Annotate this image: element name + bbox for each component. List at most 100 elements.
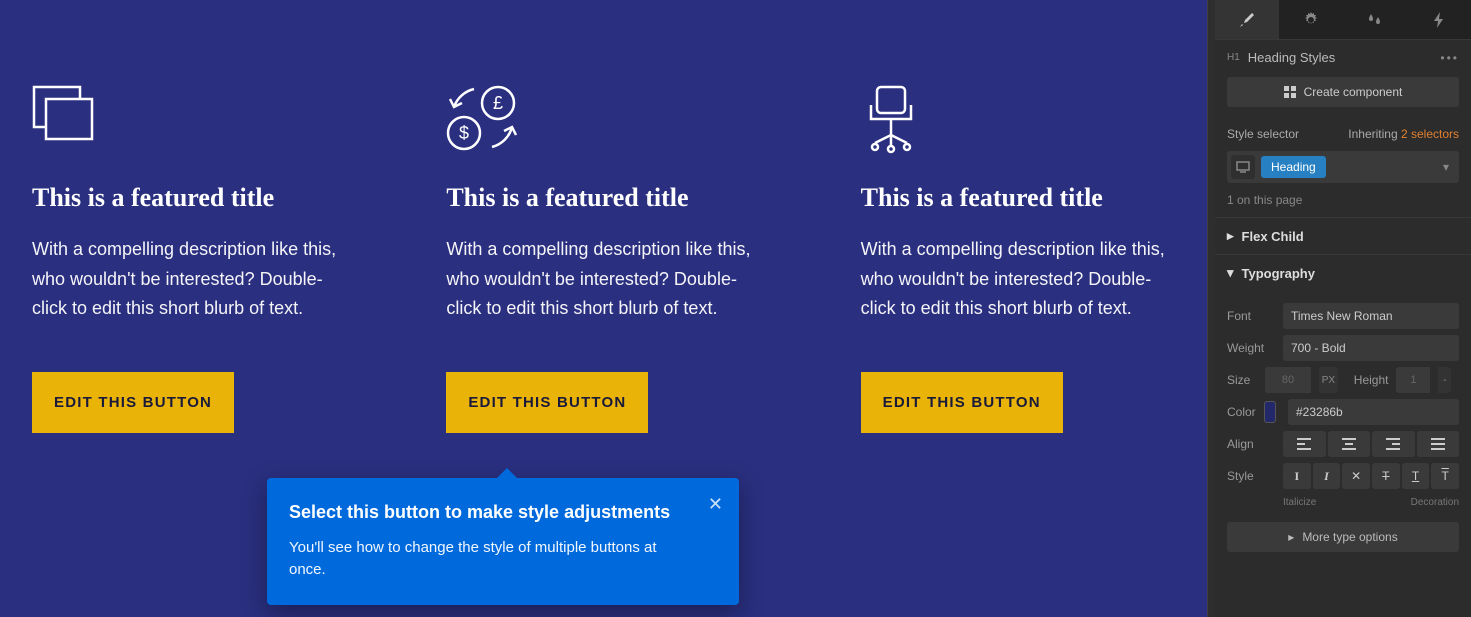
close-icon: ✕	[708, 494, 723, 514]
align-right-icon	[1386, 438, 1400, 450]
style-label: Style	[1227, 469, 1275, 483]
edit-button[interactable]: EDIT THIS BUTTON	[32, 372, 234, 433]
overline-icon: T	[1442, 469, 1449, 483]
chevron-down-icon: ▾	[1227, 265, 1234, 281]
breakpoint-icon[interactable]	[1231, 155, 1255, 179]
stack-icon	[32, 85, 346, 155]
decoration-none-button[interactable]: ✕	[1342, 463, 1370, 489]
align-center-icon	[1342, 438, 1356, 450]
weight-select[interactable]: 700 - Bold	[1283, 335, 1459, 361]
decoration-none-icon: ✕	[1351, 469, 1361, 483]
more-type-options-button[interactable]: ▸ More type options	[1227, 522, 1459, 552]
section-label: Typography	[1242, 266, 1315, 281]
align-right-button[interactable]	[1372, 431, 1415, 457]
style-selector-label: Style selector	[1227, 127, 1299, 141]
size-unit[interactable]: PX	[1319, 367, 1338, 393]
chevron-right-icon: ▸	[1227, 228, 1234, 244]
instance-count: 1 on this page	[1215, 189, 1471, 217]
align-label: Align	[1227, 437, 1275, 451]
feature-card-3: This is a featured title With a compelli…	[861, 85, 1175, 433]
inheriting-prefix: Inheriting	[1348, 127, 1401, 141]
italic-regular-icon: I	[1295, 469, 1300, 484]
scrollbar[interactable]	[1207, 0, 1215, 617]
typography-controls: Font Times New Roman Weight 700 - Bold S…	[1215, 291, 1471, 564]
align-left-icon	[1297, 438, 1311, 450]
more-menu-icon[interactable]: •••	[1440, 51, 1459, 65]
weight-label: Weight	[1227, 341, 1275, 355]
section-typography[interactable]: ▾ Typography	[1215, 254, 1471, 291]
chevron-down-icon[interactable]: ▾	[1443, 160, 1455, 174]
chevron-right-icon: ▸	[1288, 530, 1294, 544]
tooltip-close-button[interactable]: ✕	[708, 494, 723, 515]
underline-icon: T	[1412, 469, 1419, 483]
italicize-label: Italicize	[1283, 497, 1316, 508]
tab-effects[interactable]	[1407, 0, 1471, 39]
element-name: Heading Styles	[1248, 50, 1433, 65]
height-unit[interactable]: -	[1438, 367, 1451, 393]
edit-button[interactable]: EDIT THIS BUTTON	[446, 372, 648, 433]
card-description[interactable]: With a compelling description like this,…	[32, 235, 346, 324]
class-chip-heading[interactable]: Heading	[1261, 156, 1326, 178]
card-description[interactable]: With a compelling description like this,…	[861, 235, 1175, 324]
inheriting-info[interactable]: Inheriting 2 selectors	[1348, 127, 1459, 141]
card-description[interactable]: With a compelling description like this,…	[446, 235, 760, 324]
component-icon	[1284, 86, 1296, 98]
strikethrough-icon: T	[1382, 469, 1389, 483]
align-justify-icon	[1431, 438, 1445, 450]
size-label: Size	[1227, 373, 1257, 387]
feature-card-2: £ $ This is a featured title With a comp…	[446, 85, 760, 433]
more-options-label: More type options	[1302, 530, 1397, 544]
color-swatch[interactable]	[1264, 401, 1276, 423]
currency-exchange-icon: £ $	[446, 85, 760, 155]
color-label: Color	[1227, 405, 1256, 419]
gear-icon	[1303, 12, 1319, 28]
overline-button[interactable]: T	[1431, 463, 1459, 489]
card-title[interactable]: This is a featured title	[861, 183, 1175, 213]
edit-button[interactable]: EDIT THIS BUTTON	[861, 372, 1063, 433]
create-component-button[interactable]: Create component	[1227, 77, 1459, 107]
office-chair-icon	[861, 85, 1175, 155]
decoration-label: Decoration	[1411, 497, 1459, 508]
font-label: Font	[1227, 309, 1275, 323]
italic-button[interactable]: I	[1313, 463, 1341, 489]
tooltip-body: You'll see how to change the style of mu…	[289, 537, 689, 581]
selector-input[interactable]: Heading ▾	[1227, 151, 1459, 183]
italic-icon: I	[1324, 469, 1329, 484]
svg-text:$: $	[459, 123, 469, 143]
card-title[interactable]: This is a featured title	[32, 183, 346, 213]
font-select[interactable]: Times New Roman	[1283, 303, 1459, 329]
droplets-icon	[1367, 12, 1383, 28]
bolt-icon	[1432, 12, 1446, 28]
element-breadcrumb: H1 Heading Styles •••	[1215, 40, 1471, 75]
tab-style[interactable]	[1215, 0, 1279, 39]
inheriting-count: 2 selectors	[1401, 127, 1459, 141]
section-flex-child[interactable]: ▸ Flex Child	[1215, 217, 1471, 254]
strikethrough-button[interactable]: T	[1372, 463, 1400, 489]
brush-icon	[1239, 12, 1255, 28]
align-justify-button[interactable]	[1417, 431, 1460, 457]
panel-tabs	[1215, 0, 1471, 40]
align-center-button[interactable]	[1328, 431, 1371, 457]
italic-regular-button[interactable]: I	[1283, 463, 1311, 489]
feature-card-1: This is a featured title With a compelli…	[32, 85, 346, 433]
tab-interactions[interactable]	[1343, 0, 1407, 39]
style-selector-row: Style selector Inheriting 2 selectors	[1215, 117, 1471, 147]
height-label: Height	[1354, 373, 1389, 387]
style-panel: H1 Heading Styles ••• Create component S…	[1215, 0, 1471, 617]
onboarding-tooltip: Select this button to make style adjustm…	[267, 478, 739, 605]
card-title[interactable]: This is a featured title	[446, 183, 760, 213]
size-input[interactable]	[1265, 367, 1311, 393]
tab-settings[interactable]	[1279, 0, 1343, 39]
create-component-label: Create component	[1304, 85, 1403, 99]
section-label: Flex Child	[1242, 229, 1304, 244]
line-height-input[interactable]	[1396, 367, 1430, 393]
svg-text:£: £	[493, 93, 503, 113]
underline-button[interactable]: T	[1402, 463, 1430, 489]
h1-tag-badge: H1	[1227, 52, 1240, 63]
tooltip-title: Select this button to make style adjustm…	[289, 502, 713, 523]
style-sublabels: Italicize Decoration	[1227, 495, 1459, 512]
page-canvas[interactable]: This is a featured title With a compelli…	[0, 0, 1207, 617]
cards-row: This is a featured title With a compelli…	[0, 0, 1207, 433]
color-input[interactable]	[1288, 399, 1459, 425]
align-left-button[interactable]	[1283, 431, 1326, 457]
